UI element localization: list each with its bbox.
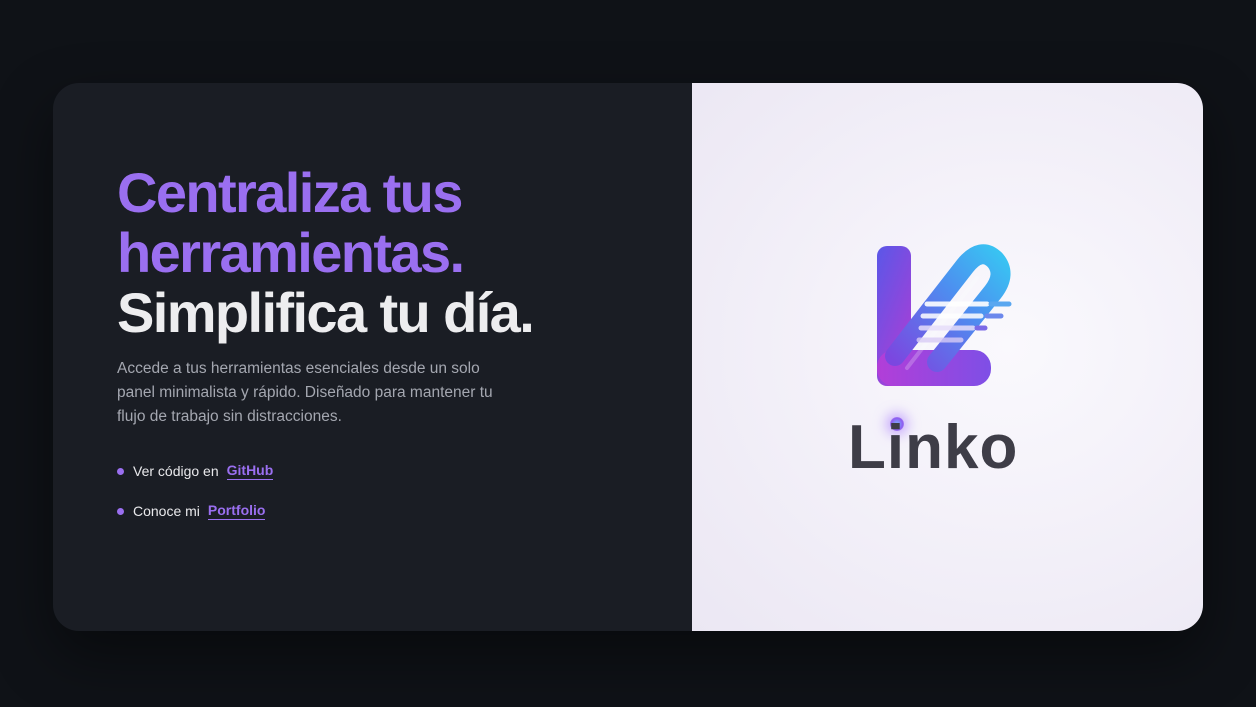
github-link[interactable]: GitHub (226, 462, 274, 480)
headline-line-1: Centraliza tus (117, 161, 463, 224)
landing-card: Centraliza tus herramientas. Simplifica … (53, 83, 1203, 631)
hero-description: Accede a tus herramientas esenciales des… (117, 360, 493, 425)
hero-panel: Centraliza tus herramientas. Simplifica … (53, 83, 692, 631)
portfolio-link[interactable]: Portfolio (207, 502, 266, 520)
github-link-prefix: Ver código en (133, 463, 219, 479)
github-link-item: Ver código en GitHub (117, 459, 274, 483)
headline-line-2: herramientas. (117, 221, 465, 284)
bullet-icon (117, 507, 124, 515)
link-chain-logo-icon (877, 244, 1012, 386)
hero-headline: Centraliza tus herramientas. Simplifica … (117, 161, 535, 344)
portfolio-link-item: Conoce mi Portfolio (117, 499, 273, 523)
brand-wordmark: Linko (848, 413, 1019, 482)
headline-line-3: Simplifica tu día. (117, 281, 535, 344)
brand-panel: Linko (692, 83, 1203, 631)
portfolio-link-prefix: Conoce mi (133, 503, 200, 519)
external-links-list: Ver código en GitHub Conoce mi Portfolio (117, 459, 274, 539)
bullet-icon (117, 467, 124, 475)
